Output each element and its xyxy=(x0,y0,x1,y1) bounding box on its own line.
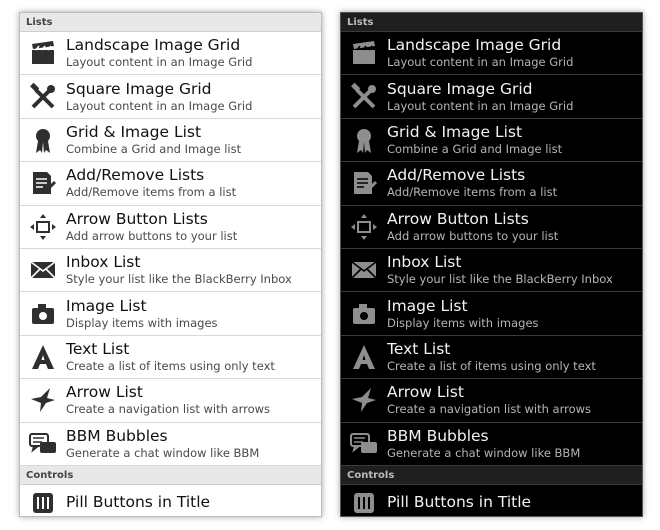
chat-bubbles-icon xyxy=(20,429,66,459)
list-item-grid-image-list[interactable]: Grid & Image List Combine a Grid and Ima… xyxy=(20,119,321,163)
item-subtitle: Generate a chat window like BBM xyxy=(66,445,260,460)
section-header-lists: Lists xyxy=(20,13,321,32)
clapperboard-icon xyxy=(341,38,387,68)
item-subtitle: Add/Remove items from a list xyxy=(66,185,237,200)
ribbon-award-icon xyxy=(341,125,387,155)
item-subtitle: Layout content in an Image Grid xyxy=(66,98,253,113)
list-item-landscape-image-grid[interactable]: Landscape Image Grid Layout content in a… xyxy=(341,32,642,76)
item-title: Pill Buttons in Title xyxy=(387,492,532,511)
item-subtitle: Create a list of items using only text xyxy=(387,358,596,373)
item-subtitle: Style your list like the BlackBerry Inbo… xyxy=(387,272,613,287)
item-subtitle: Create a navigation list with arrows xyxy=(66,402,271,417)
item-subtitle: Style your list like the BlackBerry Inbo… xyxy=(66,272,292,287)
item-title: Grid & Image List xyxy=(66,122,202,141)
letter-a-icon xyxy=(20,342,66,372)
section-header-lists: Lists xyxy=(341,13,642,32)
item-title: Text List xyxy=(66,339,130,358)
section-header-controls: Controls xyxy=(20,465,321,485)
pill-buttons-icon xyxy=(20,487,66,516)
section-header-controls: Controls xyxy=(341,465,642,485)
envelope-icon xyxy=(20,255,66,285)
envelope-icon xyxy=(341,255,387,285)
list-item-text-list[interactable]: Text List Create a list of items using o… xyxy=(20,336,321,380)
dark-theme-list-panel: Lists Landscape Image Grid Layout conten… xyxy=(340,12,643,517)
item-title: Square Image Grid xyxy=(66,79,212,98)
item-title: Image List xyxy=(66,296,147,315)
list-item-arrow-list[interactable]: Arrow List Create a navigation list with… xyxy=(341,379,642,423)
arrows-square-icon xyxy=(341,212,387,242)
tools-icon xyxy=(341,82,387,112)
list-item-image-list[interactable]: Image List Display items with images xyxy=(341,292,642,336)
list-item-bbm-bubbles[interactable]: BBM Bubbles Generate a chat window like … xyxy=(20,423,321,466)
item-subtitle: Combine a Grid and Image list xyxy=(387,141,563,156)
list-item-arrow-button-lists[interactable]: Arrow Button Lists Add arrow buttons to … xyxy=(341,206,642,249)
bird-icon xyxy=(341,385,387,415)
item-title: Pill Buttons in Title xyxy=(66,492,211,511)
item-subtitle: Create a list of items using only text xyxy=(66,358,275,373)
item-title: Inbox List xyxy=(66,253,141,272)
item-subtitle: Generate a chat window like BBM xyxy=(387,445,581,460)
list-item-square-image-grid[interactable]: Square Image Grid Layout content in an I… xyxy=(341,75,642,119)
item-title: Arrow Button Lists xyxy=(66,209,208,228)
list-item-image-list[interactable]: Image List Display items with images xyxy=(20,292,321,336)
pill-buttons-icon xyxy=(341,487,387,516)
item-title: Arrow List xyxy=(387,383,464,402)
item-subtitle: Add arrow buttons to your list xyxy=(66,228,238,243)
bird-icon xyxy=(20,385,66,415)
letter-a-icon xyxy=(341,342,387,372)
camera-icon xyxy=(20,299,66,329)
item-subtitle: Combine a Grid and Image list xyxy=(66,141,242,156)
light-theme-list-panel: Lists Landscape Image Grid Layout conten… xyxy=(19,12,322,517)
item-title: BBM Bubbles xyxy=(387,426,489,445)
item-subtitle: Layout content in an Image Grid xyxy=(387,98,574,113)
item-title: Add/Remove Lists xyxy=(66,166,205,185)
item-title: Arrow List xyxy=(66,383,143,402)
item-title: Grid & Image List xyxy=(387,122,523,141)
tools-icon xyxy=(20,82,66,112)
list-item-grid-image-list[interactable]: Grid & Image List Combine a Grid and Ima… xyxy=(341,119,642,163)
list-item-inbox-list[interactable]: Inbox List Style your list like the Blac… xyxy=(20,249,321,293)
list-item-text-list[interactable]: Text List Create a list of items using o… xyxy=(341,336,642,380)
item-title: Landscape Image Grid xyxy=(66,36,241,55)
list-item-inbox-list[interactable]: Inbox List Style your list like the Blac… xyxy=(341,249,642,293)
edit-document-icon xyxy=(20,168,66,198)
item-title: Square Image Grid xyxy=(387,79,533,98)
list-item-arrow-button-lists[interactable]: Arrow Button Lists Add arrow buttons to … xyxy=(20,206,321,249)
item-subtitle: Add arrow buttons to your list xyxy=(387,228,559,243)
item-subtitle: Display items with images xyxy=(66,315,218,330)
list-item-add-remove-lists[interactable]: Add/Remove Lists Add/Remove items from a… xyxy=(341,162,642,206)
list-item-arrow-list[interactable]: Arrow List Create a navigation list with… xyxy=(20,379,321,423)
list-item-pill-buttons-in-title[interactable]: Pill Buttons in Title xyxy=(20,485,321,516)
item-title: Text List xyxy=(387,339,451,358)
item-title: Arrow Button Lists xyxy=(387,209,529,228)
chat-bubbles-icon xyxy=(341,429,387,459)
arrows-square-icon xyxy=(20,212,66,242)
item-subtitle: Layout content in an Image Grid xyxy=(387,55,574,70)
list-item-pill-buttons-in-title[interactable]: Pill Buttons in Title xyxy=(341,485,642,516)
item-subtitle: Add/Remove items from a list xyxy=(387,185,558,200)
item-subtitle: Layout content in an Image Grid xyxy=(66,55,253,70)
item-title: BBM Bubbles xyxy=(66,426,168,445)
edit-document-icon xyxy=(341,168,387,198)
item-title: Add/Remove Lists xyxy=(387,166,526,185)
list-item-bbm-bubbles[interactable]: BBM Bubbles Generate a chat window like … xyxy=(341,423,642,466)
camera-icon xyxy=(341,299,387,329)
item-title: Inbox List xyxy=(387,253,462,272)
item-title: Landscape Image Grid xyxy=(387,36,562,55)
item-title: Image List xyxy=(387,296,468,315)
list-item-add-remove-lists[interactable]: Add/Remove Lists Add/Remove items from a… xyxy=(20,162,321,206)
clapperboard-icon xyxy=(20,38,66,68)
ribbon-award-icon xyxy=(20,125,66,155)
item-subtitle: Create a navigation list with arrows xyxy=(387,402,592,417)
list-item-landscape-image-grid[interactable]: Landscape Image Grid Layout content in a… xyxy=(20,32,321,76)
item-subtitle: Display items with images xyxy=(387,315,539,330)
list-item-square-image-grid[interactable]: Square Image Grid Layout content in an I… xyxy=(20,75,321,119)
